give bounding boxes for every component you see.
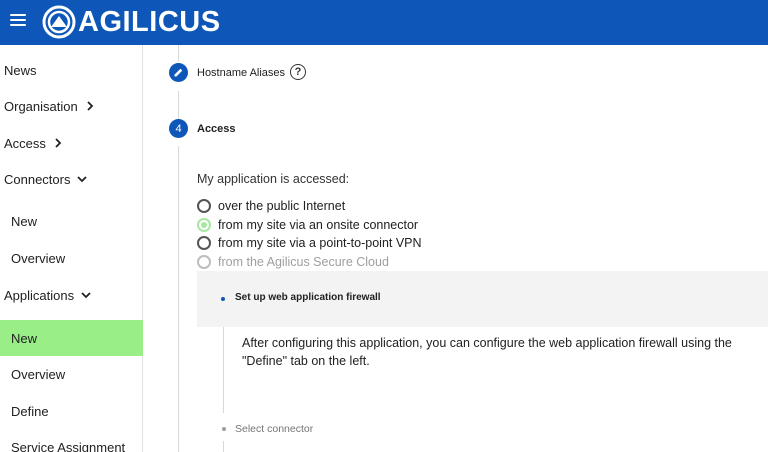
- radio-onsite-connector[interactable]: from my site via an onsite connector: [197, 216, 418, 234]
- radio-label: over the public Internet: [218, 199, 346, 213]
- top-app-bar: AGILICUS: [0, 0, 768, 45]
- sidebar-item-connectors-overview[interactable]: Overview: [0, 240, 143, 276]
- substep-connector-line: [223, 441, 224, 452]
- chevron-right-icon: [85, 101, 95, 111]
- sidebar-item-news[interactable]: News: [0, 52, 143, 88]
- radio-button[interactable]: [197, 199, 211, 213]
- substep-firewall-title: Set up web application firewall: [235, 292, 381, 303]
- sidebar-item-applications-define[interactable]: Define: [0, 393, 143, 429]
- brand-logo[interactable]: AGILICUS: [42, 5, 221, 39]
- radio-label: from the Agilicus Secure Cloud: [218, 255, 389, 269]
- sidebar-item-connectors-new[interactable]: New: [0, 203, 143, 239]
- step-hostname-aliases[interactable]: Hostname Aliases: [197, 67, 285, 79]
- step-edit-badge[interactable]: [169, 63, 188, 82]
- agilicus-logo-icon: [42, 5, 76, 39]
- chevron-down-icon: [77, 174, 88, 184]
- radio-public-internet[interactable]: over the public Internet: [197, 197, 345, 215]
- radio-label: from my site via an onsite connector: [218, 218, 419, 232]
- radio-label: from my site via a point-to-point VPN: [218, 236, 422, 250]
- pencil-icon: [174, 68, 183, 77]
- sidebar-item-label: Service Assignment: [11, 439, 126, 452]
- stepper-content: Hostname Aliases ? 4 Access My applicati…: [143, 45, 768, 452]
- sidebar-item-label: Access: [4, 135, 46, 151]
- step-number-badge[interactable]: 4: [169, 119, 188, 138]
- firewall-info-text: After configuring this application, you …: [242, 336, 732, 368]
- sidebar-item-label: New: [11, 213, 38, 229]
- sidebar-nav: News Organisation Access Connectors New …: [0, 45, 143, 452]
- brand-name: AGILICUS: [78, 6, 221, 38]
- stepper-connector-line: [178, 146, 179, 452]
- sidebar-item-access[interactable]: Access: [0, 125, 143, 161]
- substep-select-connector[interactable]: Select connector: [235, 423, 313, 435]
- sidebar-item-label: Overview: [11, 250, 66, 266]
- chevron-down-icon: [81, 290, 91, 300]
- step-access[interactable]: Access: [197, 123, 236, 135]
- sidebar-item-label: Connectors: [4, 171, 71, 187]
- sidebar-item-organisation[interactable]: Organisation: [0, 88, 143, 124]
- substep-firewall-header[interactable]: Set up web application firewall: [197, 271, 768, 327]
- stepper-connector-line: [178, 45, 179, 62]
- bullet-icon: [222, 427, 226, 431]
- hamburger-menu-icon[interactable]: [10, 14, 26, 28]
- sidebar-item-label: Define: [11, 403, 49, 419]
- access-question: My application is accessed:: [197, 172, 350, 186]
- sidebar-item-label: News: [4, 62, 37, 78]
- radio-button[interactable]: [197, 236, 211, 250]
- sidebar-item-applications-new[interactable]: New: [0, 320, 143, 356]
- sidebar-item-connectors[interactable]: Connectors: [0, 161, 143, 197]
- help-icon[interactable]: ?: [290, 64, 306, 80]
- sidebar-item-label: New: [11, 330, 38, 346]
- radio-agilicus-secure-cloud: from the Agilicus Secure Cloud: [197, 253, 389, 271]
- substep-connector-line: [223, 327, 224, 413]
- radio-button[interactable]: [197, 218, 211, 232]
- sidebar-item-label: Applications: [4, 287, 75, 303]
- stepper-connector-line: [178, 91, 179, 119]
- sidebar-item-applications[interactable]: Applications: [0, 277, 143, 313]
- sidebar-item-applications-overview[interactable]: Overview: [0, 356, 143, 392]
- radio-button: [197, 255, 211, 269]
- chevron-right-icon: [53, 138, 63, 148]
- sidebar-item-label: Organisation: [4, 98, 78, 114]
- sidebar-item-label: Overview: [11, 366, 66, 382]
- sidebar-item-service-assignment[interactable]: Service Assignment: [0, 429, 143, 452]
- radio-point-to-point-vpn[interactable]: from my site via a point-to-point VPN: [197, 234, 422, 252]
- bullet-icon: [221, 297, 225, 301]
